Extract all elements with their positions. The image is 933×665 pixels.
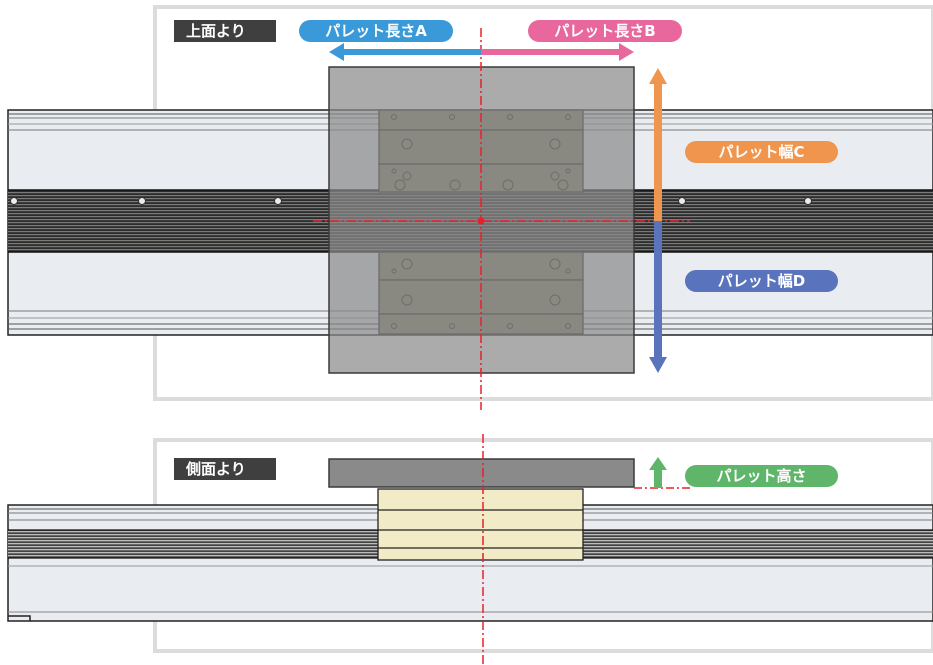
actuator-diagram (7, 5, 933, 665)
screw-hole (10, 197, 18, 205)
screw-hole (678, 197, 686, 205)
pallet-height-label: パレット高さ (685, 465, 838, 487)
length-b-arrow (481, 43, 634, 61)
center-point (477, 217, 485, 225)
pallet-side (328, 458, 635, 488)
screw-hole (804, 197, 812, 205)
pallet-width-c-label: パレット幅C (685, 141, 838, 163)
screw-hole (138, 197, 146, 205)
top-view (7, 5, 933, 410)
screw-hole (274, 197, 282, 205)
pallet-length-b-label: パレット長さB (528, 20, 682, 42)
height-arrow (649, 457, 667, 488)
length-a-arrow (329, 43, 481, 61)
pallet-length-a-label: パレット長さA (299, 20, 453, 42)
side-view-label: 側面より (174, 458, 276, 480)
top-view-label: 上面より (174, 20, 276, 42)
pallet-width-d-label: パレット幅D (685, 270, 838, 292)
side-slider (377, 488, 584, 561)
